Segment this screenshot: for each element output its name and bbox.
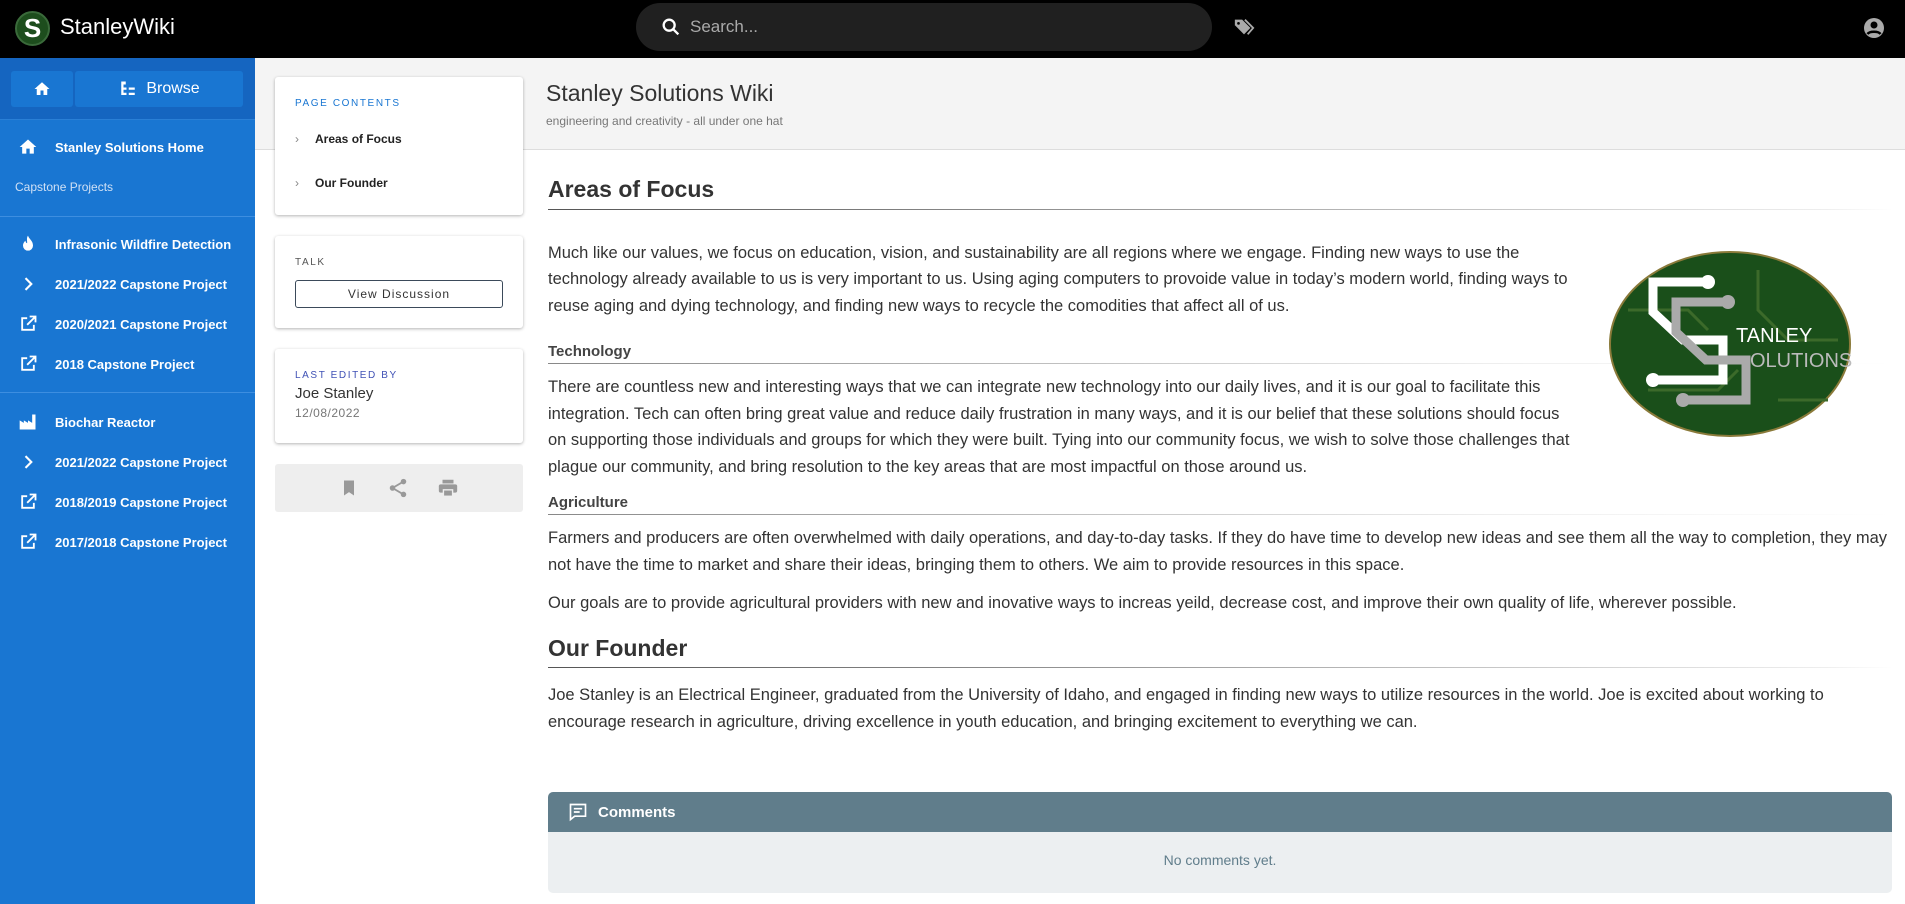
share-icon[interactable] bbox=[387, 477, 409, 499]
sidebar-item-label: Biochar Reactor bbox=[55, 414, 156, 430]
talk-caption: TALK bbox=[295, 257, 326, 268]
sitemap-icon bbox=[121, 81, 136, 95]
editor-name: Joe Stanley bbox=[295, 385, 374, 402]
toc-item-our-founder[interactable]: › Our Founder bbox=[295, 176, 388, 190]
page-actions bbox=[275, 464, 523, 512]
chevron-right-icon: › bbox=[295, 132, 299, 146]
page-contents-card: PAGE CONTENTS › Areas of Focus › Our Found… bbox=[275, 77, 523, 215]
search-icon bbox=[662, 18, 680, 36]
top-bar: S StanleyWiki Search... bbox=[0, 0, 1905, 58]
toc-item-areas-of-focus[interactable]: › Areas of Focus bbox=[295, 132, 402, 146]
logo[interactable]: S bbox=[15, 11, 50, 46]
home-button[interactable] bbox=[11, 71, 73, 107]
factory-icon bbox=[19, 414, 35, 430]
no-comments-text: No comments yet. bbox=[1163, 852, 1277, 868]
heading-our-founder: Our Founder bbox=[548, 634, 1892, 668]
sidebar-section-label: Capstone Projects bbox=[15, 180, 114, 194]
comments-section: Comments No comments yet. bbox=[548, 792, 1892, 893]
sidebar-item-label: 2018 Capstone Project bbox=[55, 356, 195, 372]
sidebar-group-0[interactable]: Infrasonic Wildfire Detection bbox=[0, 224, 255, 264]
last-edited-card: LAST EDITED BY Joe Stanley 12/08/2022 bbox=[275, 349, 523, 443]
heading-agriculture: Agriculture bbox=[548, 492, 1892, 515]
sidebar-item-label: 2017/2018 Capstone Project bbox=[55, 534, 227, 550]
divider bbox=[0, 216, 255, 217]
logo-text-line1: TANLEY bbox=[1736, 325, 1812, 347]
chevron-right-icon: › bbox=[295, 176, 299, 190]
stanley-solutions-logo: TANLEY OLUTIONS bbox=[1609, 250, 1852, 437]
chevron-right-icon bbox=[24, 455, 33, 469]
sidebar-item-label: 2018/2019 Capstone Project bbox=[55, 494, 227, 510]
bookmark-icon[interactable] bbox=[339, 477, 359, 499]
open-in-new-icon bbox=[20, 533, 36, 549]
search-placeholder: Search... bbox=[690, 17, 759, 36]
sidebar-item-home[interactable]: Stanley Solutions Home bbox=[0, 127, 255, 167]
logo-text-line2: OLUTIONS bbox=[1750, 350, 1852, 372]
edit-date: 12/08/2022 bbox=[295, 406, 361, 420]
sidebar-item[interactable]: 2021/2022 Capstone Project bbox=[0, 264, 255, 304]
tags-icon[interactable] bbox=[1233, 16, 1255, 38]
divider bbox=[0, 392, 255, 393]
print-icon[interactable] bbox=[437, 477, 459, 499]
last-edited-caption: LAST EDITED BY bbox=[295, 370, 398, 381]
sidebar-item[interactable]: 2017/2018 Capstone Project bbox=[0, 522, 255, 562]
sidebar-group-1[interactable]: Biochar Reactor bbox=[0, 402, 255, 442]
search-input[interactable]: Search... bbox=[636, 3, 1212, 51]
sidebar-item-label: Stanley Solutions Home bbox=[55, 139, 204, 155]
home-icon bbox=[19, 139, 36, 154]
home-icon bbox=[34, 82, 50, 95]
open-in-new-icon bbox=[20, 355, 36, 371]
browse-label: Browse bbox=[146, 80, 200, 97]
sidebar-item-label: Infrasonic Wildfire Detection bbox=[55, 236, 232, 252]
sidebar-item-label: 2020/2021 Capstone Project bbox=[55, 316, 227, 332]
sidebar-item[interactable]: 2020/2021 Capstone Project bbox=[0, 304, 255, 344]
account-icon[interactable] bbox=[1862, 16, 1886, 40]
page-subtitle: engineering and creativity - all under o… bbox=[546, 114, 783, 128]
chevron-right-icon bbox=[24, 277, 33, 291]
fire-icon bbox=[22, 235, 33, 251]
talk-card: TALK View Discussion bbox=[275, 236, 523, 328]
page-contents-caption: PAGE CONTENTS bbox=[295, 98, 401, 109]
paragraph: Farmers and producers are often overwhel… bbox=[548, 529, 1888, 574]
sidebar-item-label: 2021/2022 Capstone Project bbox=[55, 276, 227, 292]
sidebar: Browse Stanley Solutions Home Capstone P… bbox=[0, 58, 255, 904]
sidebar-item[interactable]: 2018/2019 Capstone Project bbox=[0, 482, 255, 522]
comments-title: Comments bbox=[598, 803, 676, 821]
comment-icon bbox=[569, 803, 587, 822]
open-in-new-icon bbox=[20, 315, 36, 331]
browse-button[interactable]: Browse bbox=[75, 71, 243, 107]
sidebar-item-label: 2021/2022 Capstone Project bbox=[55, 454, 227, 470]
paragraph: Joe Stanley is an Electrical Engineer, g… bbox=[548, 686, 1824, 731]
heading-areas-of-focus: Areas of Focus bbox=[548, 176, 1892, 210]
view-discussion-button[interactable]: View Discussion bbox=[295, 280, 503, 308]
sidebar-item[interactable]: 2021/2022 Capstone Project bbox=[0, 442, 255, 482]
open-in-new-icon bbox=[20, 493, 36, 509]
page-title: Stanley Solutions Wiki bbox=[546, 80, 774, 106]
sidebar-item[interactable]: 2018 Capstone Project bbox=[0, 344, 255, 384]
app-title[interactable]: StanleyWiki bbox=[60, 14, 175, 40]
paragraph: Our goals are to provide agricultural pr… bbox=[548, 594, 1737, 612]
article: Areas of Focus TANLEY OLUTIONS Much like… bbox=[548, 176, 1892, 747]
